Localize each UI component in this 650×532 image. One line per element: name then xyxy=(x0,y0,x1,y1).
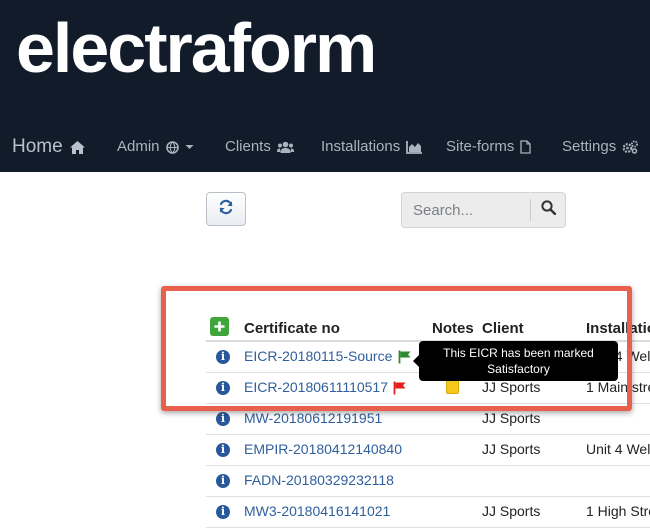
nav-installations-label: Installations xyxy=(321,138,401,155)
search-button[interactable] xyxy=(531,193,565,227)
red-flag-icon xyxy=(393,381,407,400)
nav-admin-label: Admin xyxy=(117,138,160,155)
flag-tooltip: This EICR has been marked Satisfactory xyxy=(413,341,618,381)
globe-icon xyxy=(165,125,179,169)
info-icon[interactable]: i xyxy=(216,381,230,395)
table-row[interactable]: i MW-20180612191951 JJ Sports xyxy=(206,404,650,435)
chevron-down-icon xyxy=(185,125,194,169)
table-row[interactable]: i FADN-20180329232118 xyxy=(206,466,650,497)
nav-clients-label: Clients xyxy=(225,138,271,155)
plus-icon[interactable] xyxy=(210,317,229,336)
nav-home[interactable]: Home xyxy=(12,125,86,169)
app-header: electraform Home Admin Clients Installat… xyxy=(0,0,650,172)
nav-clients[interactable]: Clients xyxy=(225,125,294,169)
installation-cell: 1 Main stre xyxy=(586,379,650,395)
search-box xyxy=(401,192,566,228)
main-nav: Home Admin Clients Installations Site-fo… xyxy=(0,125,650,169)
search-input[interactable] xyxy=(402,193,530,227)
refresh-icon xyxy=(218,199,234,220)
info-icon[interactable]: i xyxy=(216,412,230,426)
certificate-link[interactable]: FADN-20180329232118 xyxy=(244,472,394,488)
info-icon[interactable]: i xyxy=(216,505,230,519)
table-header: Certificate no Notes Client Installation xyxy=(206,312,650,342)
home-icon xyxy=(69,125,86,169)
col-notes[interactable]: Notes xyxy=(432,320,474,337)
tooltip-arrow xyxy=(413,355,419,367)
client-cell: JJ Sports xyxy=(482,379,541,395)
installation-cell: Unit 4 Wel xyxy=(586,441,650,457)
table-row[interactable]: i EMPIR-20180412140840 JJ Sports Unit 4 … xyxy=(206,435,650,466)
info-icon[interactable]: i xyxy=(216,474,230,488)
refresh-button[interactable] xyxy=(206,192,246,226)
nav-admin[interactable]: Admin xyxy=(117,125,194,169)
tooltip-line-2: Satisfactory xyxy=(487,362,550,376)
gears-icon xyxy=(622,125,639,169)
file-icon xyxy=(520,125,531,169)
certificate-link[interactable]: EMPIR-20180412140840 xyxy=(244,441,402,457)
certificate-link[interactable]: MW-20180612191951 xyxy=(244,410,382,426)
nav-installations[interactable]: Installations xyxy=(321,125,423,169)
info-icon[interactable]: i xyxy=(216,443,230,457)
col-client[interactable]: Client xyxy=(482,320,524,337)
table-row[interactable]: i MW3-20180416141021 JJ Sports 1 High St… xyxy=(206,497,650,528)
client-cell: JJ Sports xyxy=(482,503,541,519)
col-installation[interactable]: Installation xyxy=(586,320,650,337)
nav-home-label: Home xyxy=(12,136,63,157)
nav-settings-label: Settings xyxy=(562,138,617,155)
brand-logo[interactable]: electraform xyxy=(16,0,377,96)
green-flag-icon xyxy=(398,350,412,369)
certificate-link[interactable]: EICR-20180611110517 xyxy=(244,379,388,395)
certificate-link[interactable]: MW3-20180416141021 xyxy=(244,503,390,519)
client-cell: JJ Sports xyxy=(482,410,541,426)
chart-icon xyxy=(406,125,423,169)
info-icon[interactable]: i xyxy=(216,350,230,364)
certificate-link[interactable]: EICR-20180115-Source xyxy=(244,348,392,364)
nav-site-forms[interactable]: Site-forms xyxy=(446,125,531,169)
client-cell: JJ Sports xyxy=(482,441,541,457)
installation-cell: 1 High Stre xyxy=(586,503,650,519)
nav-settings[interactable]: Settings xyxy=(562,125,639,169)
tooltip-line-1: This EICR has been marked xyxy=(443,346,594,360)
search-icon xyxy=(540,200,556,220)
nav-site-forms-label: Site-forms xyxy=(446,138,515,155)
col-certificate[interactable]: Certificate no xyxy=(244,320,340,337)
sticky-note-icon[interactable] xyxy=(446,380,459,394)
users-icon xyxy=(276,125,294,169)
